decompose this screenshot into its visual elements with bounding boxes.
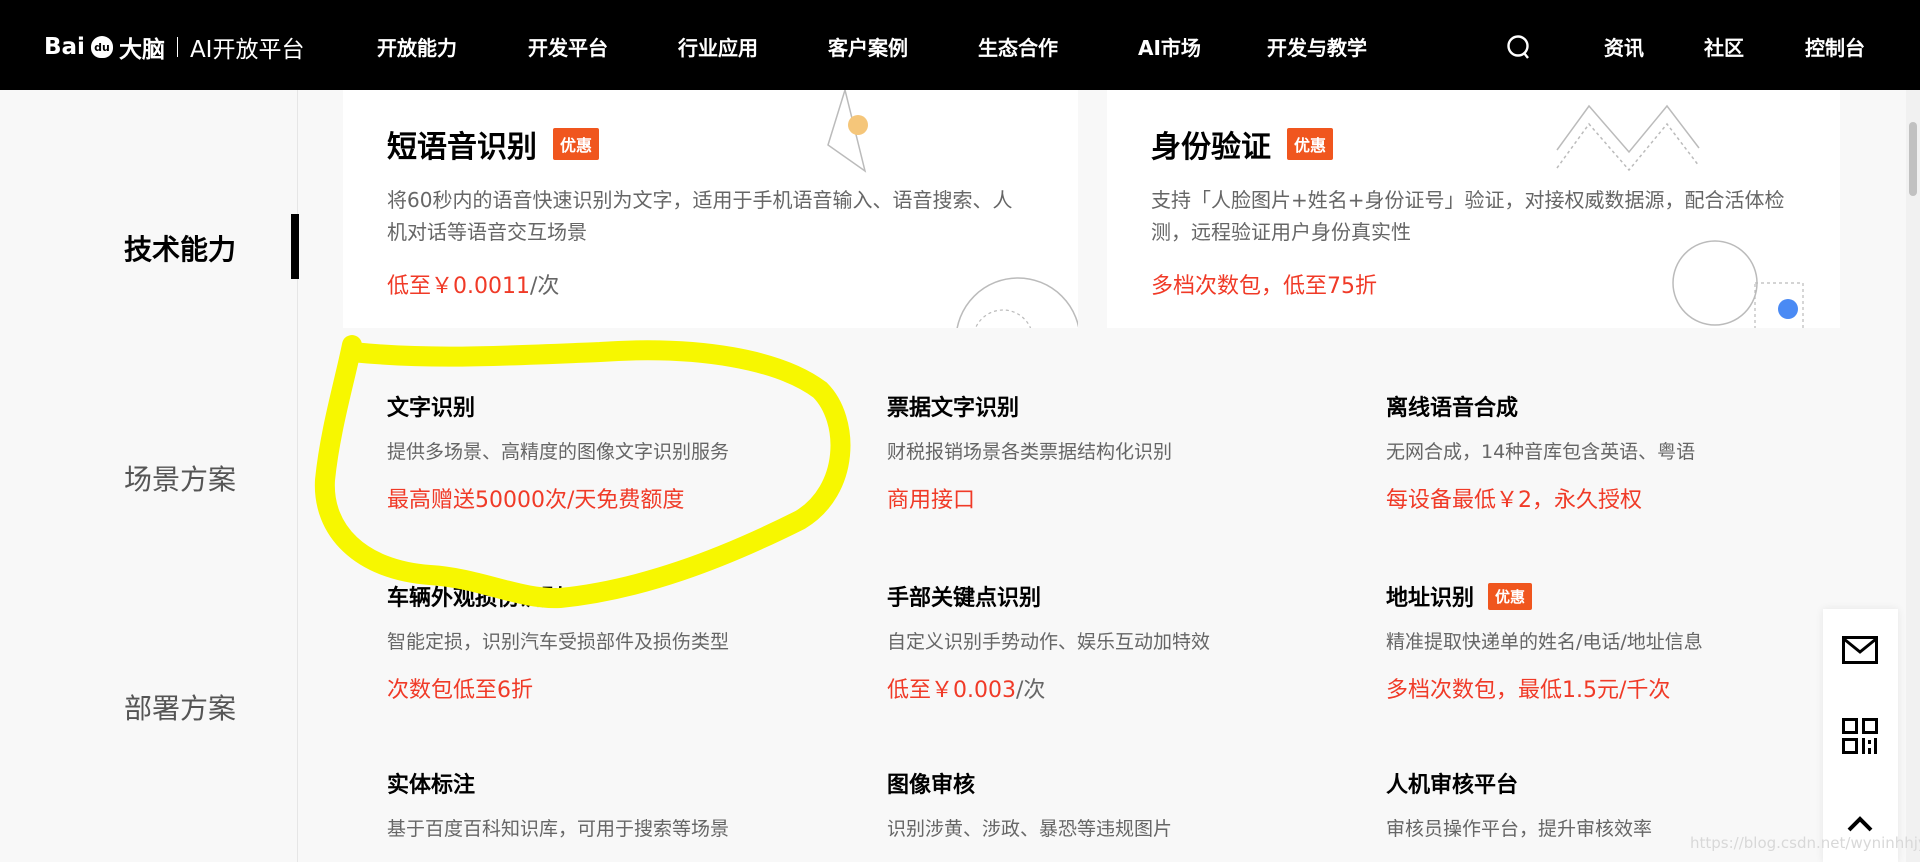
card-title: 短语音识别 bbox=[387, 130, 537, 165]
sidebar-item-scenario[interactable]: 场景方案 bbox=[124, 458, 236, 498]
product-title: 手部关键点识别 bbox=[887, 586, 1042, 611]
product-item-image-moderation[interactable]: 图像审核识别涉黄、涉政、暴恐等违规图片 bbox=[887, 768, 1357, 841]
logo-divider bbox=[176, 37, 178, 57]
nav-item-industry[interactable]: 行业应用 bbox=[678, 32, 758, 61]
page-scrollbar[interactable] bbox=[1906, 90, 1920, 862]
price-unit: /次 bbox=[529, 274, 560, 299]
card-price: 多档次数包，低至75折 bbox=[1151, 268, 1377, 300]
product-price: 多档次数包，最低1.5元/千次 bbox=[1386, 678, 1671, 703]
featured-card-identity-verify[interactable]: 身份验证 优惠 支持「人脸图片+姓名+身份证号」验证，对接权威数据源，配合活体检测… bbox=[1107, 90, 1840, 328]
product-item-receipt-ocr[interactable]: 票据文字识别财税报销场景各类票据结构化识别 商用接口 bbox=[887, 391, 1357, 514]
product-item-vehicle-damage[interactable]: 车辆外观损伤识别智能定损，识别汽车受损部件及损伤类型 次数包低至6折 bbox=[387, 581, 857, 704]
product-item-review-platform[interactable]: 人机审核平台 审核员操作平台，提升审核效率 bbox=[1386, 768, 1856, 841]
watermark: https://blog.csdn.net/wyninhhjy bbox=[1690, 834, 1920, 852]
category-sidebar: 技术能力 场景方案 部署方案 bbox=[0, 90, 299, 862]
nav-item-community[interactable]: 社区 bbox=[1704, 32, 1744, 61]
product-title: 实体标注 bbox=[387, 773, 476, 798]
product-title: 图像审核 bbox=[887, 773, 976, 798]
product-description: 财税报销场景各类票据结构化识别 bbox=[887, 441, 1173, 463]
product-description: 识别涉黄、涉政、暴恐等违规图片 bbox=[887, 818, 1173, 840]
product-item-ocr[interactable]: 文字识别提供多场景、高精度的图像文字识别服务 最高赠送50000次/天免费额度 bbox=[387, 391, 857, 514]
product-price: 最高赠送50000次/天免费额度 bbox=[387, 488, 685, 513]
product-item-entity-annotation[interactable]: 实体标注基于百度百科知识库，可用于搜索等场景 bbox=[387, 768, 857, 841]
product-description: 基于百度百科知识库，可用于搜索等场景 bbox=[387, 818, 730, 840]
nav-item-dev-teaching[interactable]: 开发与教学 bbox=[1267, 32, 1367, 61]
product-price: 商用接口 bbox=[887, 488, 976, 513]
qr-code-icon[interactable] bbox=[1841, 717, 1879, 755]
product-description: 智能定损，识别汽车受损部件及损伤类型 bbox=[387, 631, 730, 653]
product-description: 精准提取快递单的姓名/电话/地址信息 bbox=[1386, 631, 1703, 653]
card-description: 支持「人脸图片+姓名+身份证号」验证，对接权威数据源，配合活体检测，远程验证用户… bbox=[1151, 188, 1785, 244]
search-icon[interactable] bbox=[1506, 34, 1532, 65]
nav-item-ai-market[interactable]: AI市场 bbox=[1138, 32, 1201, 61]
sidebar-item-deployment[interactable]: 部署方案 bbox=[124, 687, 236, 727]
nav-item-news[interactable]: 资讯 bbox=[1604, 32, 1644, 61]
card-description: 将60秒内的语音快速识别为文字，适用于手机语音输入、语音搜索、人机对话等语音交互… bbox=[387, 188, 1013, 244]
product-price: 每设备最低￥2，永久授权 bbox=[1386, 488, 1642, 513]
product-description: 自定义识别手势动作、娱乐互动加特效 bbox=[887, 631, 1211, 653]
card-price: 低至￥0.0011/次 bbox=[387, 268, 559, 300]
price-value: 低至￥0.0011 bbox=[387, 274, 530, 299]
product-description: 无网合成，14种音库包含英语、粤语 bbox=[1386, 441, 1696, 463]
product-price: 次数包低至6折 bbox=[387, 678, 533, 703]
product-item-offline-tts[interactable]: 离线语音合成无网合成，14种音库包含英语、粤语 每设备最低￥2，永久授权 bbox=[1386, 391, 1856, 514]
nav-item-dev-platform[interactable]: 开发平台 bbox=[528, 32, 608, 61]
product-title: 人机审核平台 bbox=[1386, 773, 1519, 798]
discount-badge: 优惠 bbox=[1287, 128, 1334, 160]
paw-icon: du bbox=[90, 36, 113, 58]
logo-product: AI开放平台 bbox=[189, 37, 305, 63]
price-value: 低至￥0.003 bbox=[887, 678, 1016, 703]
product-title: 离线语音合成 bbox=[1386, 396, 1519, 421]
discount-badge: 优惠 bbox=[553, 128, 600, 160]
floating-toolbar bbox=[1823, 609, 1898, 862]
nav-item-cases[interactable]: 客户案例 bbox=[828, 32, 908, 61]
scrollbar-thumb[interactable] bbox=[1909, 122, 1917, 196]
product-title: 票据文字识别 bbox=[887, 396, 1020, 421]
baidu-ai-logo[interactable]: Bai du 大脑 AI开放平台 bbox=[44, 30, 304, 64]
price-value: 多档次数包，低至75折 bbox=[1151, 274, 1377, 299]
logo-brand: Bai bbox=[44, 34, 85, 60]
logo-name: 大脑 bbox=[118, 37, 165, 63]
card-title: 身份验证 bbox=[1151, 130, 1271, 165]
price-unit: /次 bbox=[1015, 678, 1046, 703]
product-item-hand-keypoint[interactable]: 手部关键点识别 自定义识别手势动作、娱乐互动加特效 低至￥0.003/次 bbox=[887, 581, 1357, 704]
product-item-address-recognition[interactable]: 地址识别 优惠精准提取快递单的姓名/电话/地址信息 多档次数包，最低1.5元/千次 bbox=[1386, 581, 1856, 704]
active-indicator bbox=[291, 214, 299, 279]
product-title: 文字识别 bbox=[387, 396, 476, 421]
nav-item-ecosystem[interactable]: 生态合作 bbox=[978, 32, 1058, 61]
discount-badge: 优惠 bbox=[1488, 582, 1533, 610]
product-title: 车辆外观损伤识别 bbox=[387, 586, 564, 611]
nav-item-capabilities[interactable]: 开放能力 bbox=[377, 32, 457, 61]
product-description: 提供多场景、高精度的图像文字识别服务 bbox=[387, 441, 730, 463]
mail-icon[interactable] bbox=[1841, 631, 1879, 669]
sidebar-item-tech[interactable]: 技术能力 bbox=[124, 228, 236, 268]
product-price: 低至￥0.003/次 bbox=[887, 672, 1357, 704]
top-nav-bar: Bai du 大脑 AI开放平台 开放能力 开发平台 行业应用 客户案例 生态合作 A… bbox=[0, 0, 1920, 90]
nav-item-console[interactable]: 控制台 bbox=[1805, 32, 1865, 61]
featured-card-short-speech[interactable]: 短语音识别 优惠 将60秒内的语音快速识别为文字，适用于手机语音输入、语音搜索、人… bbox=[343, 90, 1078, 328]
product-title: 地址识别 bbox=[1386, 586, 1475, 611]
